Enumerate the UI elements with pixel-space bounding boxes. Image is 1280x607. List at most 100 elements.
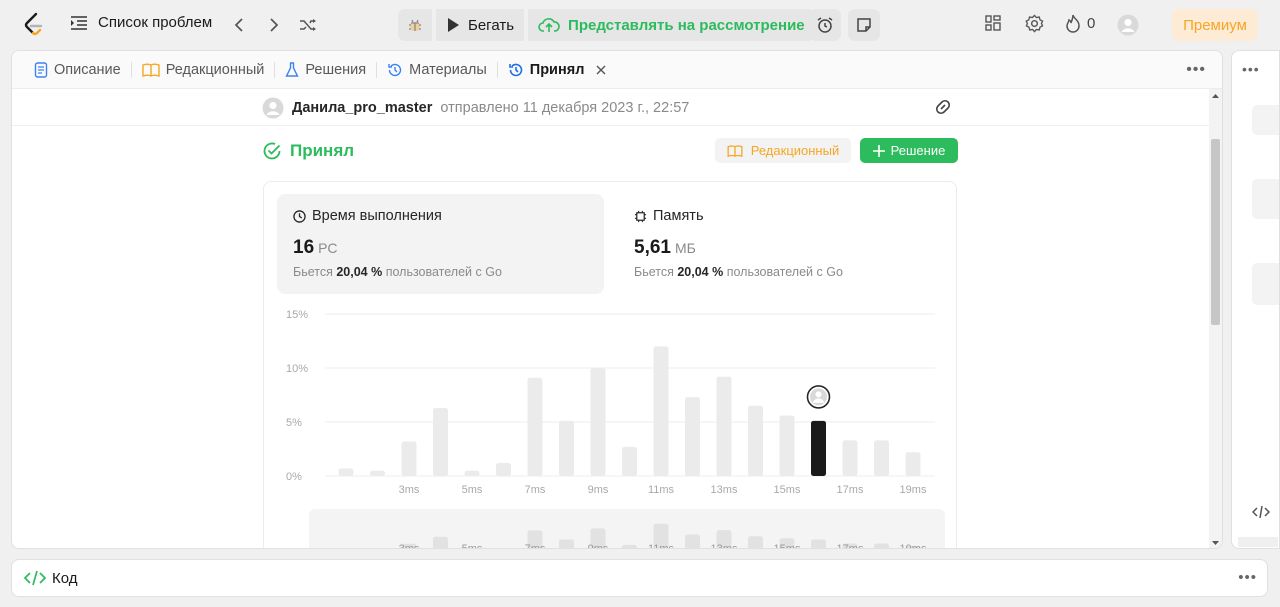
streak-count: 0 — [1087, 15, 1096, 32]
memory-stat[interactable]: Память 5,61 МБ Бьется 20,04 % пользовател… — [618, 194, 945, 294]
next-problem-button[interactable] — [263, 14, 285, 36]
notes-button[interactable] — [848, 9, 880, 41]
editorial-button[interactable]: Редакционный — [715, 138, 851, 163]
x-tick-label: 19ms — [900, 484, 927, 496]
problem-list-button[interactable]: Список проблем — [70, 14, 212, 31]
submitted-date: отправлено 11 декабря 2023 г., 22:57 — [440, 100, 690, 116]
submit-button[interactable]: Представлять на рассмотрение — [528, 9, 815, 41]
problem-list-label: Список проблем — [98, 14, 213, 31]
memory-beats: Бьется 20,04 % пользователей с Go — [634, 265, 929, 279]
tab-solutions[interactable]: Решения — [277, 51, 374, 89]
solution-button-label: Решение — [890, 143, 946, 158]
close-icon[interactable] — [596, 65, 606, 75]
bar — [716, 376, 732, 476]
run-button[interactable]: Бегать — [436, 9, 525, 41]
vertical-scrollbar[interactable] — [1209, 89, 1222, 548]
tab-accepted[interactable]: Принял — [500, 51, 615, 89]
horizontal-scrollbar[interactable] — [1238, 537, 1278, 547]
divider — [12, 125, 1210, 126]
runtime-title: Время выполнения — [293, 208, 588, 224]
scroll-down-arrow-icon[interactable] — [1209, 538, 1222, 548]
tab-editorial[interactable]: Редакционный — [134, 51, 273, 89]
x-tick-label: 9ms — [588, 484, 609, 496]
username[interactable]: Данила_pro_master — [292, 100, 432, 116]
panel-tabs: Описание Редакционный Решения Материалы … — [12, 51, 1222, 89]
memory-value: 5,61 МБ — [634, 237, 929, 259]
note-icon — [857, 18, 871, 32]
avatar-icon — [262, 97, 284, 119]
memory-title-label: Память — [653, 208, 704, 224]
bar — [622, 446, 637, 476]
layout-button[interactable] — [984, 14, 1002, 32]
editorial-button-label: Редакционный — [750, 143, 840, 158]
settings-button[interactable] — [1025, 14, 1044, 33]
tab-accepted-label: Принял — [529, 61, 585, 78]
tab-divider — [130, 61, 132, 78]
memory-unit: МБ — [674, 240, 696, 256]
x-tick-label: 5ms — [462, 484, 483, 496]
history-icon — [388, 63, 402, 76]
highlighted-bar — [811, 420, 826, 476]
random-problem-button[interactable] — [297, 14, 319, 36]
memory-beats-suffix: пользователей с Go — [726, 265, 843, 279]
premium-button[interactable]: Премиум — [1172, 9, 1258, 41]
mini-x-tick-label: 9ms — [588, 543, 609, 549]
mini-x-tick-label: 13ms — [711, 543, 738, 549]
more-options-icon[interactable]: ••• — [1242, 61, 1260, 77]
post-solution-button[interactable]: Решение — [860, 138, 958, 163]
submit-label: Представлять на рассмотрение — [568, 16, 805, 34]
description-panel: Описание Редакционный Решения Материалы … — [11, 50, 1223, 549]
bar — [370, 470, 385, 476]
editor-block — [1252, 263, 1279, 305]
mini-x-tick-label: 15ms — [774, 543, 801, 549]
leetcode-logo-icon[interactable] — [22, 12, 44, 38]
cloud-upload-icon — [538, 18, 560, 32]
chip-icon — [634, 210, 647, 222]
document-icon — [34, 61, 48, 78]
scrollbar-thumb[interactable] — [1211, 139, 1220, 325]
avatar-head — [815, 391, 822, 398]
mini-bar — [370, 548, 385, 549]
runtime-stat[interactable]: Время выполнения 16 РС Бьется 20,04 % пол… — [277, 194, 604, 294]
link-icon[interactable] — [932, 98, 954, 116]
shuffle-icon — [300, 19, 316, 31]
alarm-clock-icon — [817, 17, 833, 33]
more-options-icon[interactable]: ••• — [1238, 569, 1257, 586]
runtime-value: 16 РС — [293, 237, 588, 259]
runtime-distribution-chart: 0% 5% 10% 15% 3ms 5ms 7ms 9ms 11ms 13ms 15ms 17ms 19… — [286, 309, 945, 549]
streak-counter[interactable]: 0 — [1065, 14, 1095, 33]
premium-label: Премиум — [1183, 16, 1247, 34]
code-icon — [24, 570, 46, 586]
runtime-beats: Бьется 20,04 % пользователей с Go — [293, 265, 588, 279]
more-options-icon[interactable]: ••• — [1186, 61, 1206, 79]
tab-description[interactable]: Описание — [26, 51, 129, 89]
bar — [433, 407, 448, 476]
tab-description-label: Описание — [54, 61, 121, 78]
bar — [874, 440, 889, 476]
x-tick-label: 11ms — [648, 484, 675, 496]
tab-solutions-label: Решения — [305, 61, 367, 78]
performance-card: Время выполнения 16 РС Бьется 20,04 % пол… — [263, 181, 957, 549]
chevron-right-icon — [270, 18, 279, 32]
debug-button[interactable] — [398, 9, 432, 41]
user-avatar[interactable] — [1117, 14, 1139, 36]
mini-bar — [748, 536, 763, 548]
editor-block — [1252, 105, 1279, 135]
editor-block — [1252, 179, 1279, 219]
memory-beats-value: 20,04 % — [677, 265, 724, 279]
timer-button[interactable] — [809, 9, 841, 41]
x-tick-label: 3ms — [399, 484, 420, 496]
submission-meta: Данила_pro_master отправлено 11 декабря … — [262, 97, 689, 119]
book-icon — [727, 144, 743, 157]
mini-x-tick-label: 19ms — [900, 543, 927, 549]
bar — [842, 440, 858, 476]
runtime-beats-prefix: Бьется — [293, 265, 333, 279]
bar — [653, 346, 669, 476]
prev-problem-button[interactable] — [228, 14, 250, 36]
y-tick-label: 15% — [286, 309, 308, 321]
mini-bar — [496, 548, 511, 549]
tab-submissions[interactable]: Материалы — [379, 51, 495, 89]
code-panel-bar[interactable]: Код ••• — [11, 559, 1268, 597]
scroll-up-arrow-icon[interactable] — [1209, 91, 1222, 101]
mini-bar — [685, 534, 700, 548]
